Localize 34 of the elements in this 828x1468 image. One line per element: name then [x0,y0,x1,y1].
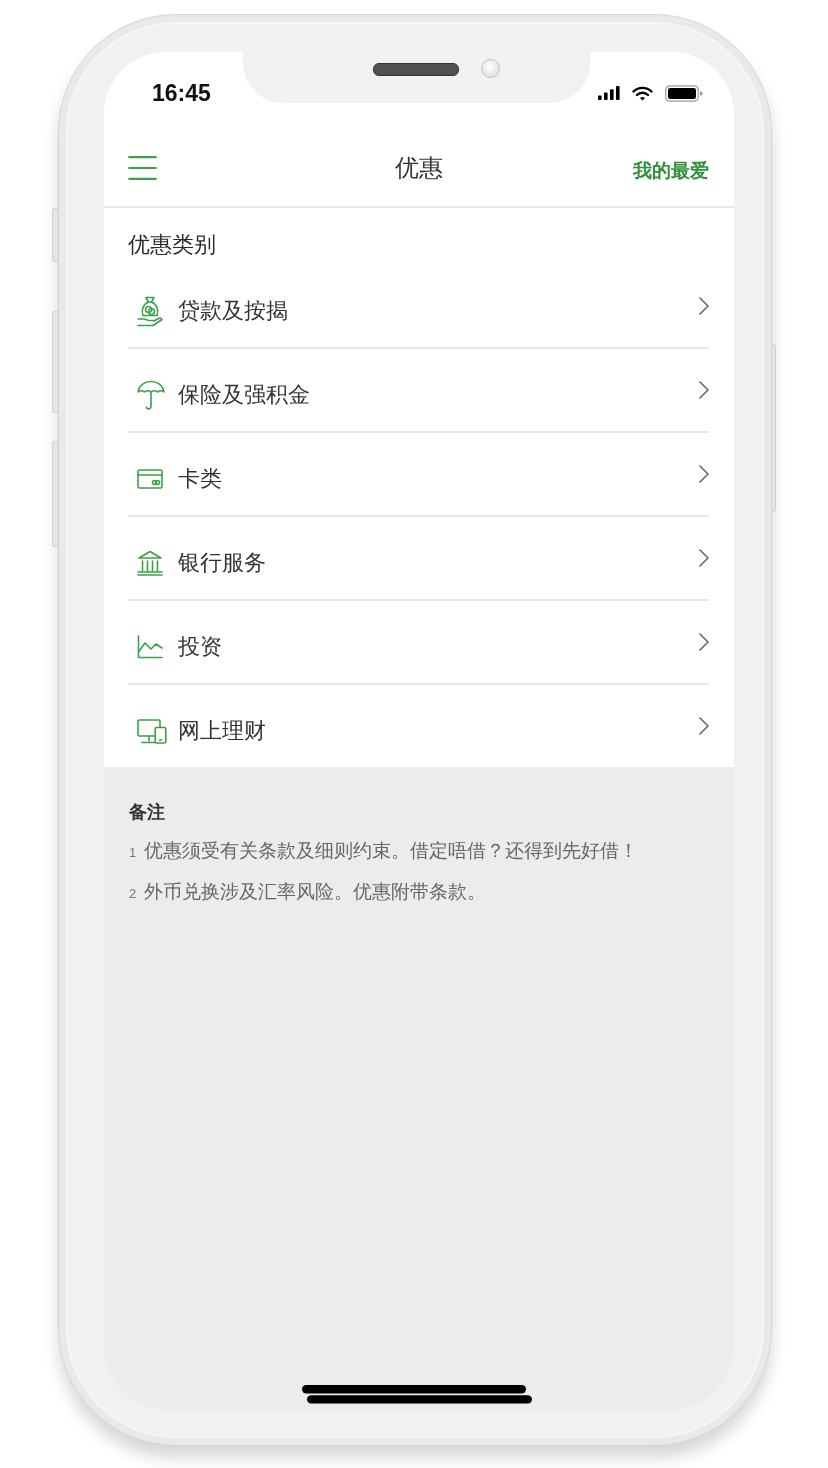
signal-icon [598,86,620,100]
menu-button[interactable] [128,156,157,180]
computer-and-phone-icon [137,718,167,744]
wifi-icon [632,85,653,101]
bank-icon [137,550,163,576]
note-number: 2 [129,885,138,903]
status-time: 16:45 [152,80,211,106]
section-title: 优惠类别 [128,231,217,259]
line-chart-icon [137,635,163,659]
chevron-icon [699,381,709,399]
chevron-icon [699,633,709,651]
note-text: 优惠须受有关条款及细则约束。借定唔借？还得到先好借！ [144,839,638,863]
category-item[interactable]: 卡类 [128,433,709,517]
category-item[interactable]: 贷款及按揭 [128,265,709,349]
chevron-icon [699,549,709,567]
page-title: 优惠 [394,153,443,183]
chevron-icon [699,717,709,735]
note-number: 1 [129,844,138,862]
favorites-link[interactable]: 我的最爱 [633,152,709,184]
menu-icon [128,156,157,180]
card-icon [137,469,163,489]
notes-title: 备注 [129,801,166,824]
battery-icon [665,84,703,102]
category-item[interactable]: 银行服务 [128,517,709,601]
category-item[interactable]: 投资 [128,601,709,685]
chevron-icon [699,297,709,315]
speaker-grille-icon [373,63,459,76]
note-text: 外币兑换涉及汇率风险。优惠附带条款。 [144,880,486,904]
camera-icon [481,59,500,78]
category-item[interactable]: 保险及强积金 [128,349,709,433]
money-bag-icon [137,295,163,327]
chevron-icon [699,465,709,483]
umbrella-icon [137,380,165,410]
category-item[interactable]: 网上理财 [128,685,709,767]
